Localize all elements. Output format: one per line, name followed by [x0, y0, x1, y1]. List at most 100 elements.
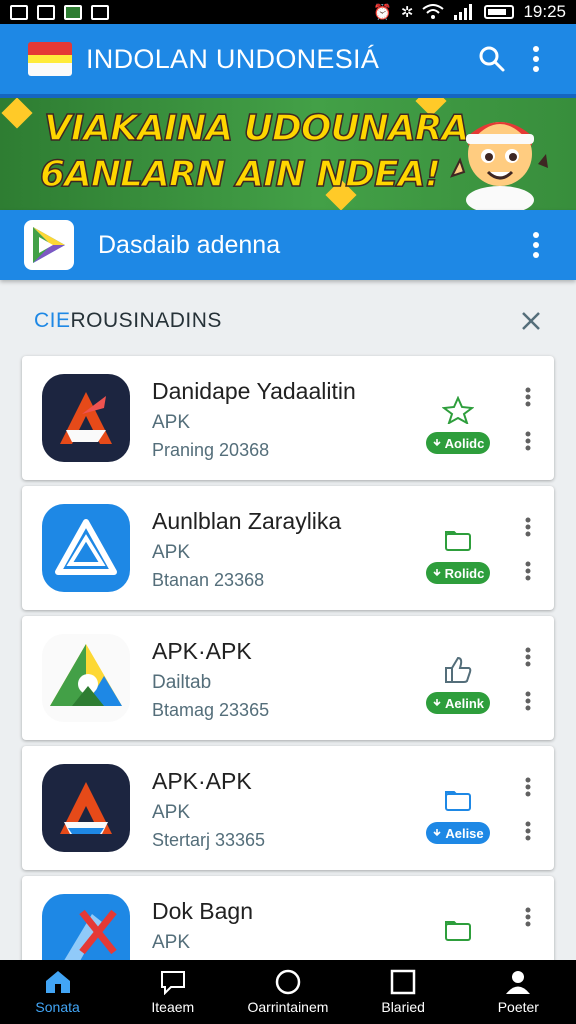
folder-icon[interactable] [442, 526, 474, 554]
app-card[interactable]: APK·APK APK Stertarj 33365 Aelise [22, 746, 554, 870]
app-name: Dok Bagn [152, 898, 254, 924]
card-more-button[interactable] [518, 772, 538, 802]
more-vert-icon [525, 387, 531, 407]
nav-item-profile[interactable]: Poeter [468, 969, 568, 1015]
install-label: Aelink [444, 695, 484, 711]
close-section-button[interactable] [514, 304, 548, 338]
app-card[interactable]: Aunlblan Zaraylika APK Btanan 23368 Roli… [22, 486, 554, 610]
star-outline-icon[interactable] [442, 396, 474, 424]
thumbs-up-icon[interactable] [442, 656, 474, 684]
battery-icon [484, 5, 515, 19]
card-more-button[interactable] [518, 382, 538, 412]
app-bar: INDOLAN UNDONESIÁ [0, 24, 576, 98]
download-icon [433, 439, 441, 447]
overflow-menu-button[interactable] [514, 37, 558, 81]
card-options-button[interactable] [518, 426, 538, 456]
mascot-character-icon [450, 122, 548, 210]
wifi-icon [422, 4, 445, 19]
bottom-navigation: Sonata Iteaem Oarrintainem Blaried Poete… [0, 960, 576, 1024]
install-label: Aelise [445, 825, 484, 841]
app-type: APK [152, 412, 191, 433]
install-button[interactable]: Rolidc [426, 562, 490, 584]
app-logo-icon [42, 374, 130, 462]
flag-logo-icon [28, 42, 72, 76]
search-button[interactable] [470, 37, 514, 81]
promo-banner[interactable]: VIAKAINA UDOUNARA 6ANLARN AIN NDEA! [0, 98, 576, 210]
more-vert-icon [525, 907, 531, 927]
nav-label: Sonata [35, 999, 80, 1015]
app-card[interactable]: Danidape Yadaalitin APK Praning 20368 Ao… [22, 356, 554, 480]
app-type: APK [152, 802, 191, 823]
download-icon [433, 699, 441, 707]
install-label: Rolidc [444, 565, 485, 581]
nav-item-square[interactable]: Blaried [353, 969, 453, 1015]
app-logo-icon [42, 764, 130, 852]
search-icon [479, 46, 505, 72]
app-meta: Stertarj 33365 [152, 830, 266, 850]
nav-item-chat[interactable]: Iteaem [123, 969, 223, 1015]
card-options-button[interactable] [518, 816, 538, 846]
app-notification-icon [64, 4, 82, 20]
photo-notification-icon [37, 4, 55, 20]
more-vert-icon [525, 777, 531, 797]
app-type: APK [152, 542, 191, 563]
app-card[interactable]: APK·APK Dailtab Btamag 23365 Aelink [22, 616, 554, 740]
app-logo-icon [42, 504, 130, 592]
nav-label: Blaried [381, 999, 425, 1015]
profile-icon [506, 971, 531, 994]
play-store-icon [24, 220, 74, 270]
more-vert-icon [533, 46, 539, 72]
card-options-button[interactable] [518, 686, 538, 716]
app-meta: Btamag 23365 [152, 700, 270, 720]
more-vert-icon [525, 561, 531, 581]
install-button[interactable]: Aelise [426, 822, 490, 844]
more-vert-icon [525, 821, 531, 841]
status-time: 19:25 [523, 2, 566, 21]
card-more-button[interactable] [518, 902, 538, 932]
signal-icon [454, 4, 473, 20]
home-icon [45, 971, 70, 993]
nav-label: Iteaem [151, 999, 195, 1015]
folder-icon[interactable] [442, 916, 474, 944]
nav-item-home[interactable]: Sonata [8, 969, 108, 1015]
nav-label: Oarrintainem [247, 999, 329, 1015]
app-name: Danidape Yadaalitin [152, 378, 356, 404]
nav-item-circle[interactable]: Oarrintainem [238, 969, 338, 1015]
app-meta: Praning 20368 [152, 440, 270, 460]
vibrate-icon: ✲ [400, 3, 414, 21]
card-more-button[interactable] [518, 512, 538, 542]
install-button[interactable]: Aolidc [426, 432, 490, 454]
nav-label: Poeter [497, 999, 539, 1015]
card-options-button[interactable] [518, 556, 538, 586]
install-button[interactable]: Aelink [426, 692, 490, 714]
section-title: CIEROUSINADINS [34, 309, 222, 332]
app-name: APK·APK [152, 638, 252, 664]
banner-headline-1: VIAKAINA UDOUNARA [43, 107, 470, 150]
app-logo-icon [42, 634, 130, 722]
download-icon [433, 569, 441, 577]
status-notifications [10, 4, 109, 20]
image-notification-icon [91, 4, 109, 20]
gallery-notification-icon [10, 4, 28, 20]
card-more-button[interactable] [518, 642, 538, 672]
app-type: Dailtab [152, 672, 212, 693]
app-type: APK [152, 932, 191, 953]
alarm-icon: ⏰ [373, 3, 392, 21]
download-icon [433, 829, 441, 837]
gem-decoration-icon [1, 98, 33, 129]
section-header: CIEROUSINADINS [0, 296, 576, 346]
app-name: Aunlblan Zaraylika [152, 508, 342, 534]
chat-icon [160, 971, 185, 995]
status-system: ⏰ ✲ 19:25 [373, 2, 566, 22]
status-bar: ⏰ ✲ 19:25 [0, 0, 576, 24]
more-vert-icon [525, 517, 531, 537]
more-vert-icon [533, 232, 539, 258]
close-icon [522, 312, 540, 330]
featured-app-bar[interactable]: Dasdaib adenna [0, 210, 576, 280]
more-vert-icon [525, 431, 531, 451]
app-name: APK·APK [152, 768, 252, 794]
folder-icon[interactable] [442, 786, 474, 814]
more-vert-icon [525, 647, 531, 667]
app-list: Danidape Yadaalitin APK Praning 20368 Ao… [22, 356, 554, 1006]
featured-more-button[interactable] [514, 223, 558, 267]
